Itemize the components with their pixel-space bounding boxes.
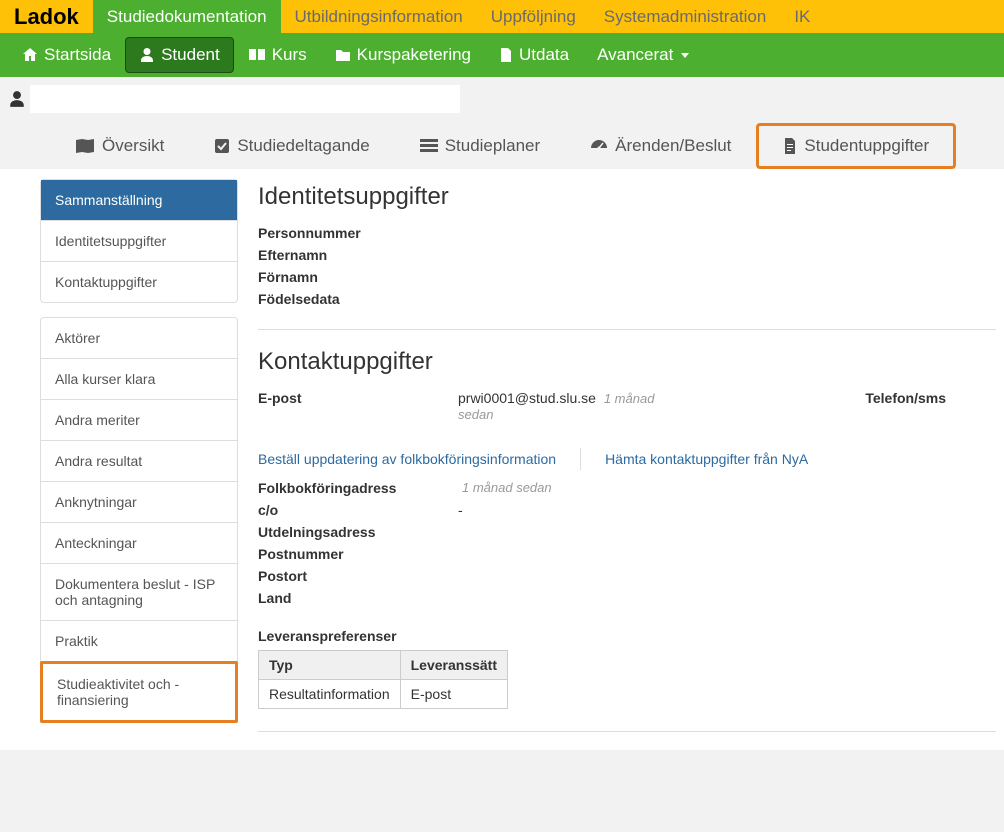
divider-bottom xyxy=(258,731,996,732)
topnav-uppfoljning[interactable]: Uppföljning xyxy=(477,0,590,33)
links-row: Beställ uppdatering av folkbokföringsinf… xyxy=(258,448,996,470)
sidebar-group-1: Sammanställning Identitetsuppgifter Kont… xyxy=(40,179,238,303)
label-telefon: Telefon/sms xyxy=(865,390,946,406)
map-icon xyxy=(75,138,95,154)
sidebar-item-andra-resultat[interactable]: Andra resultat xyxy=(41,441,237,482)
contact-title: Kontaktuppgifter xyxy=(258,348,996,376)
nav-student-label: Student xyxy=(161,45,220,65)
identity-title: Identitetsuppgifter xyxy=(258,183,996,211)
tab-bar: Översikt Studiedeltagande Studieplaner Ä… xyxy=(0,115,1004,169)
email-row: E-post prwi0001@stud.slu.se 1 månad seda… xyxy=(258,390,996,422)
sidebar-item-identitetsuppgifter[interactable]: Identitetsuppgifter xyxy=(41,221,237,262)
nav-student[interactable]: Student xyxy=(125,37,234,73)
sidebar-item-studieaktivitet[interactable]: Studieaktivitet och -finansiering xyxy=(40,661,238,723)
topnav-systemadministration[interactable]: Systemadministration xyxy=(590,0,781,33)
tab-studentuppgifter[interactable]: Studentuppgifter xyxy=(756,123,956,169)
sidebar-group-2: Aktörer Alla kurser klara Andra meriter … xyxy=(40,317,238,723)
nav-utdata[interactable]: Utdata xyxy=(485,37,583,73)
nav-startsida[interactable]: Startsida xyxy=(8,37,125,73)
email-value-text: prwi0001@stud.slu.se xyxy=(458,390,596,406)
sidebar-item-sammanstallning[interactable]: Sammanställning xyxy=(41,180,237,221)
prefs-row-val: E-post xyxy=(400,680,507,709)
green-bar: Startsida Student Kurs Kurspaketering Ut… xyxy=(0,33,1004,77)
tab-oversikt[interactable]: Översikt xyxy=(50,123,189,169)
label-efternamn: Efternamn xyxy=(258,247,327,263)
main-column: Identitetsuppgifter Personnummer Efterna… xyxy=(258,179,996,750)
link-bestall-folkbok[interactable]: Beställ uppdatering av folkbokföringsinf… xyxy=(258,451,556,467)
label-folkbok: Folkbokföringadress xyxy=(258,480,458,496)
value-epost: prwi0001@stud.slu.se 1 månad sedan xyxy=(458,390,658,422)
content: Sammanställning Identitetsuppgifter Kont… xyxy=(0,169,1004,750)
user-icon xyxy=(139,47,155,63)
topnav-utbildningsinformation[interactable]: Utbildningsinformation xyxy=(281,0,477,33)
folkbok-age: 1 månad sedan xyxy=(462,480,552,496)
label-fodelsedata: Födelsedata xyxy=(258,291,340,307)
sidebar-item-alla-kurser-klara[interactable]: Alla kurser klara xyxy=(41,359,237,400)
prefs-title: Leveranspreferenser xyxy=(258,628,996,644)
book-icon xyxy=(248,48,266,62)
check-square-icon xyxy=(214,138,230,154)
document-icon xyxy=(783,137,797,155)
prefs-col-typ: Typ xyxy=(259,651,401,680)
top-nav: Studiedokumentation Utbildningsinformati… xyxy=(93,0,825,33)
prefs-col-leveranssatt: Leveranssätt xyxy=(400,651,507,680)
nav-kurspaketering[interactable]: Kurspaketering xyxy=(321,37,485,73)
nav-startsida-label: Startsida xyxy=(44,45,111,65)
tab-studentuppgifter-label: Studentuppgifter xyxy=(804,136,929,156)
tab-studieplaner-label: Studieplaner xyxy=(445,136,540,156)
logo: Ladok xyxy=(0,0,93,33)
folder-icon xyxy=(335,48,351,62)
sidebar-item-dokumentera-beslut[interactable]: Dokumentera beslut - ISP och antagning xyxy=(41,564,237,621)
table-row: Resultatinformation E-post xyxy=(259,680,508,709)
tab-studieplaner[interactable]: Studieplaner xyxy=(395,123,565,169)
label-utdelning: Utdelningsadress xyxy=(258,524,458,540)
top-bar: Ladok Studiedokumentation Utbildningsinf… xyxy=(0,0,1004,33)
link-hamta-nya[interactable]: Hämta kontaktuppgifter från NyA xyxy=(605,451,808,467)
user-row xyxy=(0,83,1004,115)
sidebar-item-kontaktuppgifter[interactable]: Kontaktuppgifter xyxy=(41,262,237,302)
sidebar-item-anknytningar[interactable]: Anknytningar xyxy=(41,482,237,523)
nav-avancerat-label: Avancerat xyxy=(597,45,673,65)
label-fornamn: Förnamn xyxy=(258,269,318,285)
prefs-table: Typ Leveranssätt Resultatinformation E-p… xyxy=(258,650,508,709)
person-icon xyxy=(8,89,26,109)
tab-studiedeltagande-label: Studiedeltagande xyxy=(237,136,369,156)
tab-arenden-label: Ärenden/Beslut xyxy=(615,136,731,156)
home-icon xyxy=(22,47,38,63)
value-co: - xyxy=(458,502,463,518)
tab-oversikt-label: Översikt xyxy=(102,136,164,156)
chevron-down-icon xyxy=(681,53,689,58)
tab-studiedeltagande[interactable]: Studiedeltagande xyxy=(189,123,394,169)
sidebar-item-praktik[interactable]: Praktik xyxy=(41,621,237,662)
list-icon xyxy=(420,139,438,153)
label-co: c/o xyxy=(258,502,458,518)
sidebar: Sammanställning Identitetsuppgifter Kont… xyxy=(40,179,238,750)
topnav-ik[interactable]: IK xyxy=(780,0,824,33)
label-postnummer: Postnummer xyxy=(258,546,458,562)
label-epost: E-post xyxy=(258,390,458,406)
sidebar-item-andra-meriter[interactable]: Andra meriter xyxy=(41,400,237,441)
nav-kurs-label: Kurs xyxy=(272,45,307,65)
label-personnummer: Personnummer xyxy=(258,225,361,241)
user-name-box xyxy=(30,85,460,113)
tab-arenden[interactable]: Ärenden/Beslut xyxy=(565,123,756,169)
header-area: Översikt Studiedeltagande Studieplaner Ä… xyxy=(0,77,1004,169)
label-land: Land xyxy=(258,590,458,606)
file-icon xyxy=(499,47,513,63)
vertical-divider xyxy=(580,448,581,470)
sidebar-item-aktorer[interactable]: Aktörer xyxy=(41,318,237,359)
nav-utdata-label: Utdata xyxy=(519,45,569,65)
prefs-row-type: Resultatinformation xyxy=(259,680,401,709)
dashboard-icon xyxy=(590,139,608,153)
nav-kurspaketering-label: Kurspaketering xyxy=(357,45,471,65)
topnav-studiedokumentation[interactable]: Studiedokumentation xyxy=(93,0,281,33)
label-postort: Postort xyxy=(258,568,458,584)
prefs-section: Leveranspreferenser Typ Leveranssätt Res… xyxy=(258,628,996,709)
divider xyxy=(258,329,996,330)
nav-kurs[interactable]: Kurs xyxy=(234,37,321,73)
sidebar-item-anteckningar[interactable]: Anteckningar xyxy=(41,523,237,564)
nav-avancerat[interactable]: Avancerat xyxy=(583,37,703,73)
